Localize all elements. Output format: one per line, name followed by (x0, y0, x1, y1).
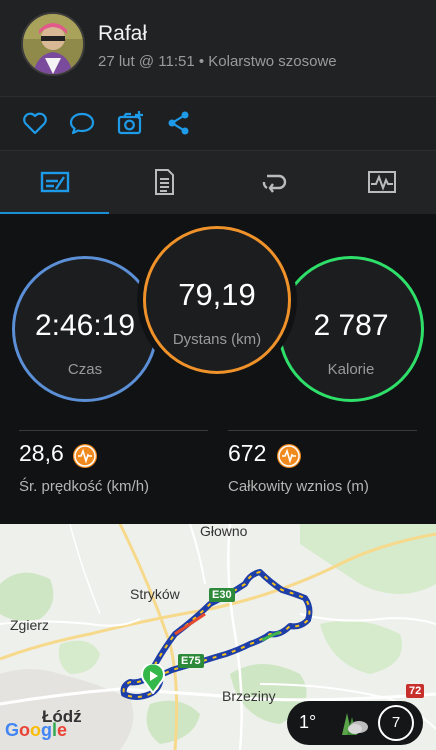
calories-value: 2 787 (313, 309, 389, 342)
time-label: Czas (67, 361, 103, 378)
road-shield: 72 (406, 684, 425, 698)
tab-details[interactable] (109, 151, 218, 215)
tab-laps[interactable] (218, 151, 327, 215)
wind-speed: 7 (391, 714, 401, 731)
tab-charts[interactable] (327, 151, 436, 215)
route-map[interactable]: Głowno Stryków Zgierz Brzeziny Łódź E30 … (0, 524, 436, 750)
overview-icon (40, 171, 70, 193)
weather-widget[interactable]: 1° 7 (287, 701, 423, 745)
place-label: Stryków (130, 586, 180, 602)
pulse-icon[interactable] (277, 444, 301, 468)
tab-bar (0, 150, 436, 215)
stats-panel: 2:46:19 Czas 2 787 Kalorie 79,19 Dystans… (0, 214, 436, 524)
avatar[interactable] (21, 12, 85, 76)
calories-label: Kalorie (327, 361, 375, 378)
place-label: Głowno (200, 524, 248, 539)
details-icon (155, 169, 174, 195)
share-icon[interactable] (165, 109, 193, 137)
distance-ring: 79,19 Dystans (km) (143, 226, 291, 374)
chart-icon (368, 171, 396, 193)
elevation-label: Całkowity wznios (m) (228, 478, 369, 495)
activity-meta: 27 lut @ 11:51 • Kolarstwo szosowe (98, 53, 337, 70)
divider (228, 430, 417, 431)
start-marker-icon[interactable] (141, 664, 165, 694)
tab-overview[interactable] (0, 151, 109, 215)
distance-label: Dystans (km) (172, 331, 262, 348)
divider (19, 430, 208, 431)
wind-dial: 7 (378, 705, 414, 741)
comment-icon[interactable] (68, 109, 96, 137)
time-ring: 2:46:19 Czas (12, 256, 158, 402)
action-bar (0, 96, 436, 150)
heart-icon[interactable] (21, 109, 49, 137)
elevation-value: 672 (228, 440, 267, 466)
laps-icon (262, 174, 287, 193)
user-name[interactable]: Rafał (98, 22, 147, 46)
road-shield: E30 (209, 588, 235, 602)
temperature: 1° (299, 712, 317, 732)
avg-speed-value: 28,6 (19, 440, 64, 466)
activity-header: Rafał 27 lut @ 11:51 • Kolarstwo szosowe (0, 0, 436, 96)
google-logo: Google (5, 720, 68, 740)
road-shield: E75 (178, 654, 204, 668)
partly-cloudy-icon (342, 713, 368, 735)
add-photo-icon[interactable] (117, 109, 145, 137)
pulse-icon[interactable] (73, 444, 97, 468)
place-label: Brzeziny (222, 688, 276, 704)
distance-value: 79,19 (178, 277, 256, 312)
place-label: Zgierz (10, 617, 49, 633)
time-value: 2:46:19 (34, 309, 136, 342)
calories-ring: 2 787 Kalorie (278, 256, 424, 402)
avg-speed-label: Śr. prędkość (km/h) (19, 478, 150, 495)
